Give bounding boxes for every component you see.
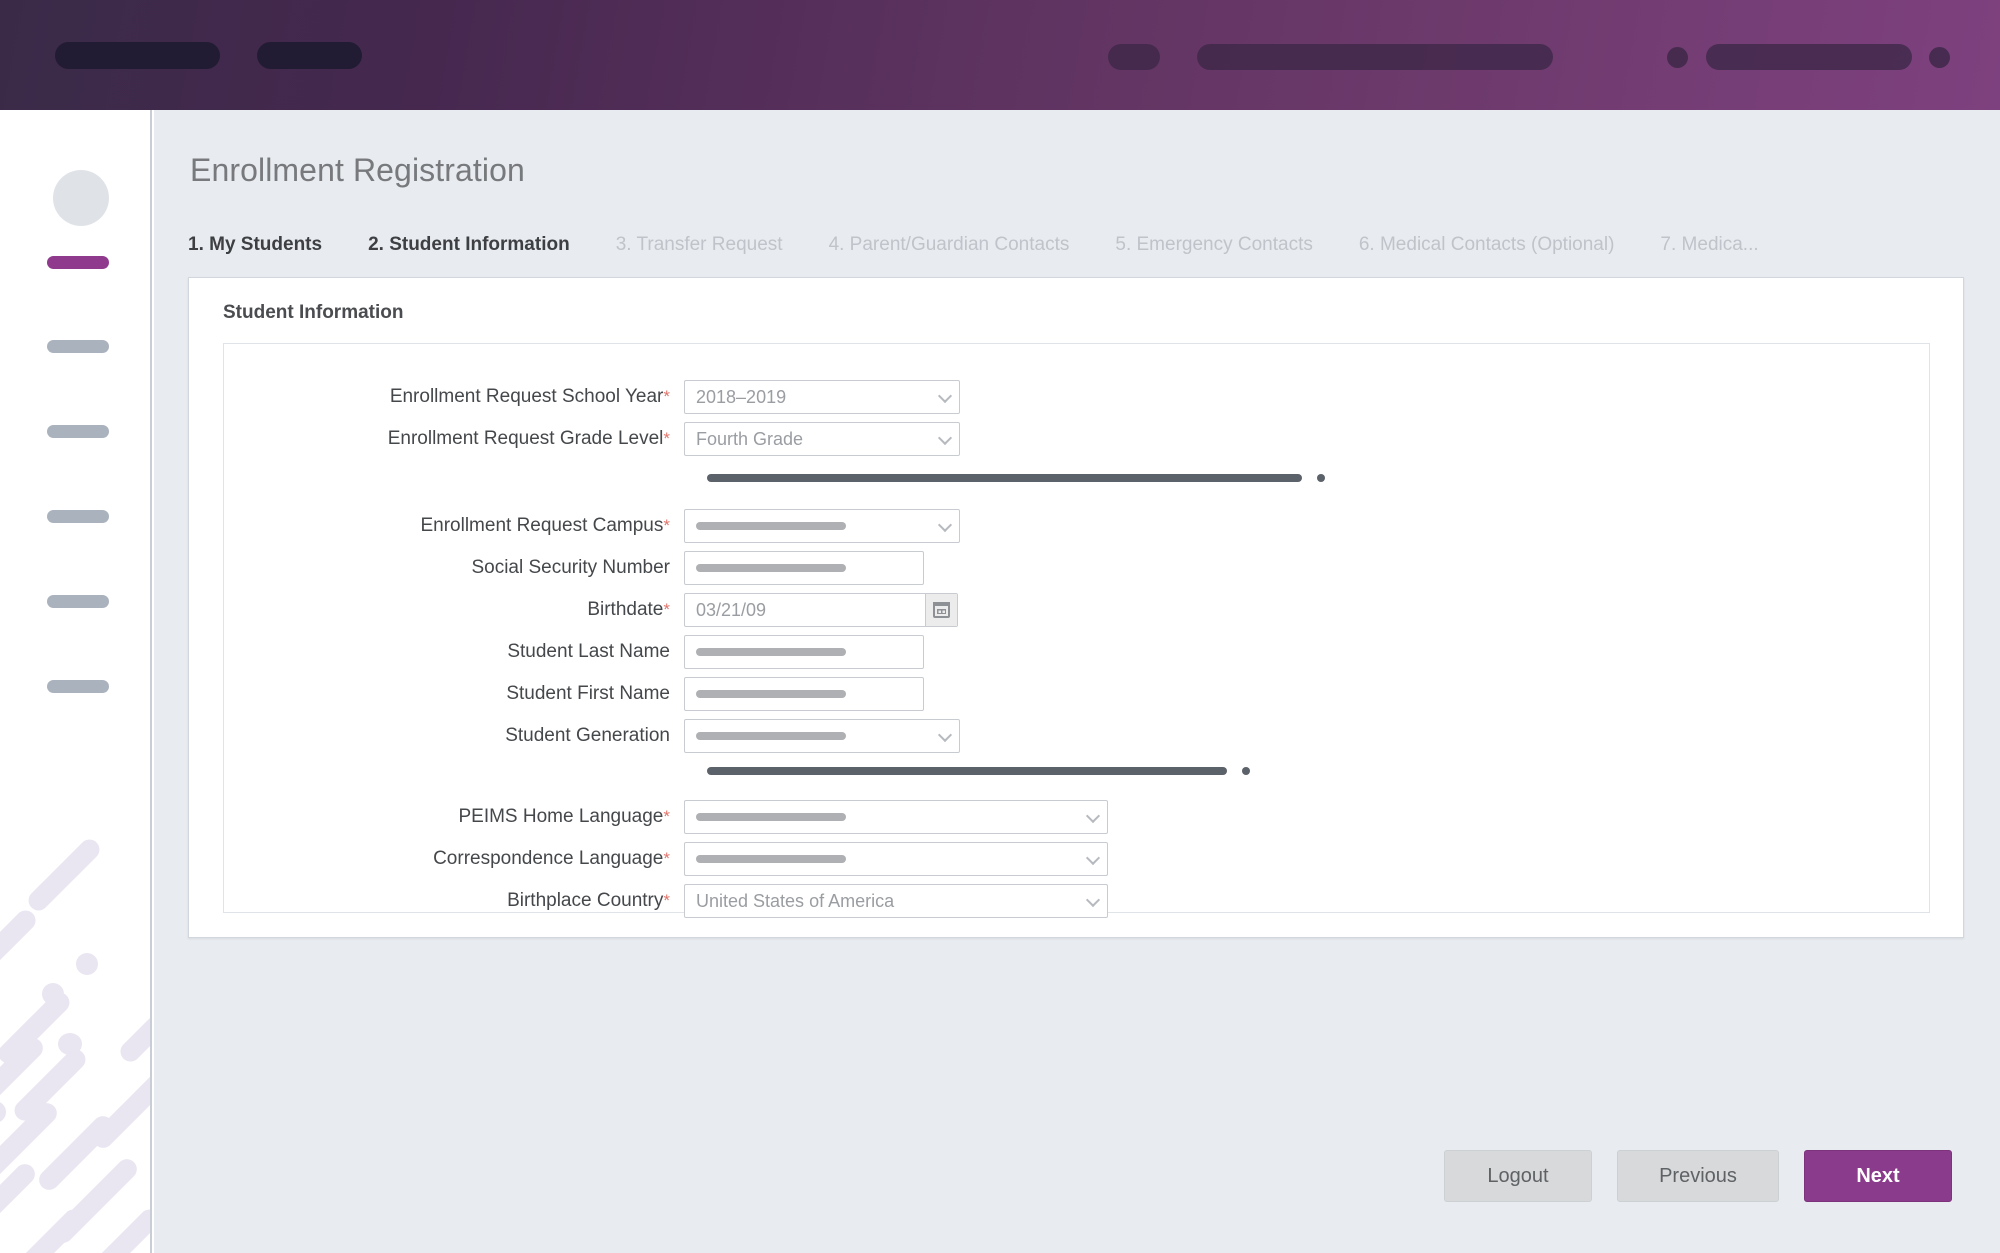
required-asterisk: * [663, 600, 670, 619]
redacted-value [696, 522, 846, 530]
form-panel: Enrollment Request School Year* 2018–201… [223, 343, 1930, 918]
required-asterisk: * [663, 807, 670, 826]
sidebar-item-3[interactable] [47, 425, 109, 438]
topbar-redacted-block-3 [1108, 44, 1160, 70]
field-row-birthplace-country: Birthplace Country* United States of Ame… [224, 884, 1929, 918]
label-school-year: Enrollment Request School Year* [389, 386, 670, 407]
tab-medical-truncated[interactable]: 7. Medica... [1660, 234, 1758, 256]
redacted-value [696, 732, 846, 740]
calendar-picker-button[interactable] [925, 594, 957, 626]
required-asterisk: * [663, 387, 670, 406]
label-generation: Student Generation [505, 725, 670, 746]
previous-button[interactable]: Previous [1617, 1150, 1779, 1202]
label-ssn: Social Security Number [471, 557, 670, 578]
chevron-down-icon [937, 727, 953, 743]
label-grade-level: Enrollment Request Grade Level* [387, 428, 670, 449]
required-asterisk: * [663, 516, 670, 535]
topbar-redacted-block-5 [1706, 44, 1912, 70]
redacted-separator-2-dot [1242, 767, 1250, 775]
sidebar-item-1[interactable] [47, 256, 109, 269]
top-brand-bar [0, 0, 2000, 110]
select-grade-level[interactable]: Fourth Grade [684, 422, 960, 456]
main-content: Enrollment Registration 1. My Students 2… [154, 110, 2000, 1253]
input-ssn[interactable] [684, 551, 924, 585]
select-peims-home-language[interactable] [684, 800, 1108, 834]
redacted-separator-1 [707, 474, 1302, 482]
field-row-peims-home-language: PEIMS Home Language* [224, 800, 1929, 834]
label-campus: Enrollment Request Campus* [420, 515, 670, 536]
chevron-down-icon [937, 517, 953, 533]
redacted-value [696, 648, 846, 656]
avatar[interactable] [53, 170, 109, 226]
select-birthplace-country[interactable]: United States of America [684, 884, 1108, 918]
label-birthdate: Birthdate* [587, 599, 670, 620]
required-asterisk: * [663, 891, 670, 910]
topbar-redacted-dot-1 [1667, 47, 1688, 68]
tab-student-information[interactable]: 2. Student Information [368, 234, 570, 256]
input-last-name[interactable] [684, 635, 924, 669]
student-information-card: Student Information Enrollment Request S… [188, 277, 1964, 938]
select-generation[interactable] [684, 719, 960, 753]
tab-transfer-request[interactable]: 3. Transfer Request [616, 234, 783, 256]
sidebar-item-5[interactable] [47, 595, 109, 608]
topbar-redacted-block-4 [1197, 44, 1553, 70]
card-title: Student Information [223, 302, 404, 323]
chevron-down-icon [937, 388, 953, 404]
left-sidebar [0, 110, 152, 1253]
topbar-redacted-block-1 [55, 42, 220, 69]
field-row-school-year: Enrollment Request School Year* 2018–201… [224, 380, 1929, 414]
field-row-grade-level: Enrollment Request Grade Level* Fourth G… [224, 422, 1929, 456]
label-birthplace-country: Birthplace Country* [507, 890, 670, 911]
label-first-name: Student First Name [506, 683, 670, 704]
next-button[interactable]: Next [1804, 1150, 1952, 1202]
step-tabs: 1. My Students 2. Student Information 3.… [188, 227, 2000, 263]
topbar-redacted-block-2 [257, 42, 362, 69]
label-peims-home-language: PEIMS Home Language* [458, 806, 670, 827]
redacted-value [696, 813, 846, 821]
field-row-ssn: Social Security Number [224, 551, 1929, 585]
form-footer: Logout Previous Next [154, 1150, 2000, 1230]
decorative-stripes [0, 835, 150, 1253]
field-row-first-name: Student First Name [224, 677, 1929, 711]
field-row-birthdate: Birthdate* 03/21/09 [224, 593, 1929, 627]
chevron-down-icon [1085, 808, 1101, 824]
redacted-value [696, 690, 846, 698]
field-row-correspondence-language: Correspondence Language* [224, 842, 1929, 876]
field-row-generation: Student Generation [224, 719, 1929, 753]
redacted-separator-2 [707, 767, 1227, 775]
required-asterisk: * [663, 849, 670, 868]
input-first-name[interactable] [684, 677, 924, 711]
redacted-value [696, 564, 846, 572]
field-row-campus: Enrollment Request Campus* [224, 509, 1929, 543]
field-row-last-name: Student Last Name [224, 635, 1929, 669]
chevron-down-icon [1085, 850, 1101, 866]
redacted-separator-1-dot [1317, 474, 1325, 482]
page-title: Enrollment Registration [190, 152, 525, 188]
chevron-down-icon [1085, 892, 1101, 908]
logout-button[interactable]: Logout [1444, 1150, 1592, 1202]
tab-my-students[interactable]: 1. My Students [188, 234, 322, 256]
calendar-icon [933, 602, 950, 618]
sidebar-item-4[interactable] [47, 510, 109, 523]
select-correspondence-language[interactable] [684, 842, 1108, 876]
input-birthdate[interactable]: 03/21/09 [684, 593, 958, 627]
sidebar-item-6[interactable] [47, 680, 109, 693]
sidebar-item-2[interactable] [47, 340, 109, 353]
tab-medical-contacts[interactable]: 6. Medical Contacts (Optional) [1359, 234, 1615, 256]
tab-parent-guardian-contacts[interactable]: 4. Parent/Guardian Contacts [829, 234, 1070, 256]
tab-emergency-contacts[interactable]: 5. Emergency Contacts [1115, 234, 1312, 256]
required-asterisk: * [663, 429, 670, 448]
chevron-down-icon [937, 430, 953, 446]
redacted-value [696, 855, 846, 863]
select-campus[interactable] [684, 509, 960, 543]
topbar-redacted-dot-2 [1929, 47, 1950, 68]
select-school-year[interactable]: 2018–2019 [684, 380, 960, 414]
app-root: Enrollment Registration 1. My Students 2… [0, 0, 2000, 1253]
label-last-name: Student Last Name [507, 641, 670, 662]
label-correspondence-language: Correspondence Language* [433, 848, 670, 869]
